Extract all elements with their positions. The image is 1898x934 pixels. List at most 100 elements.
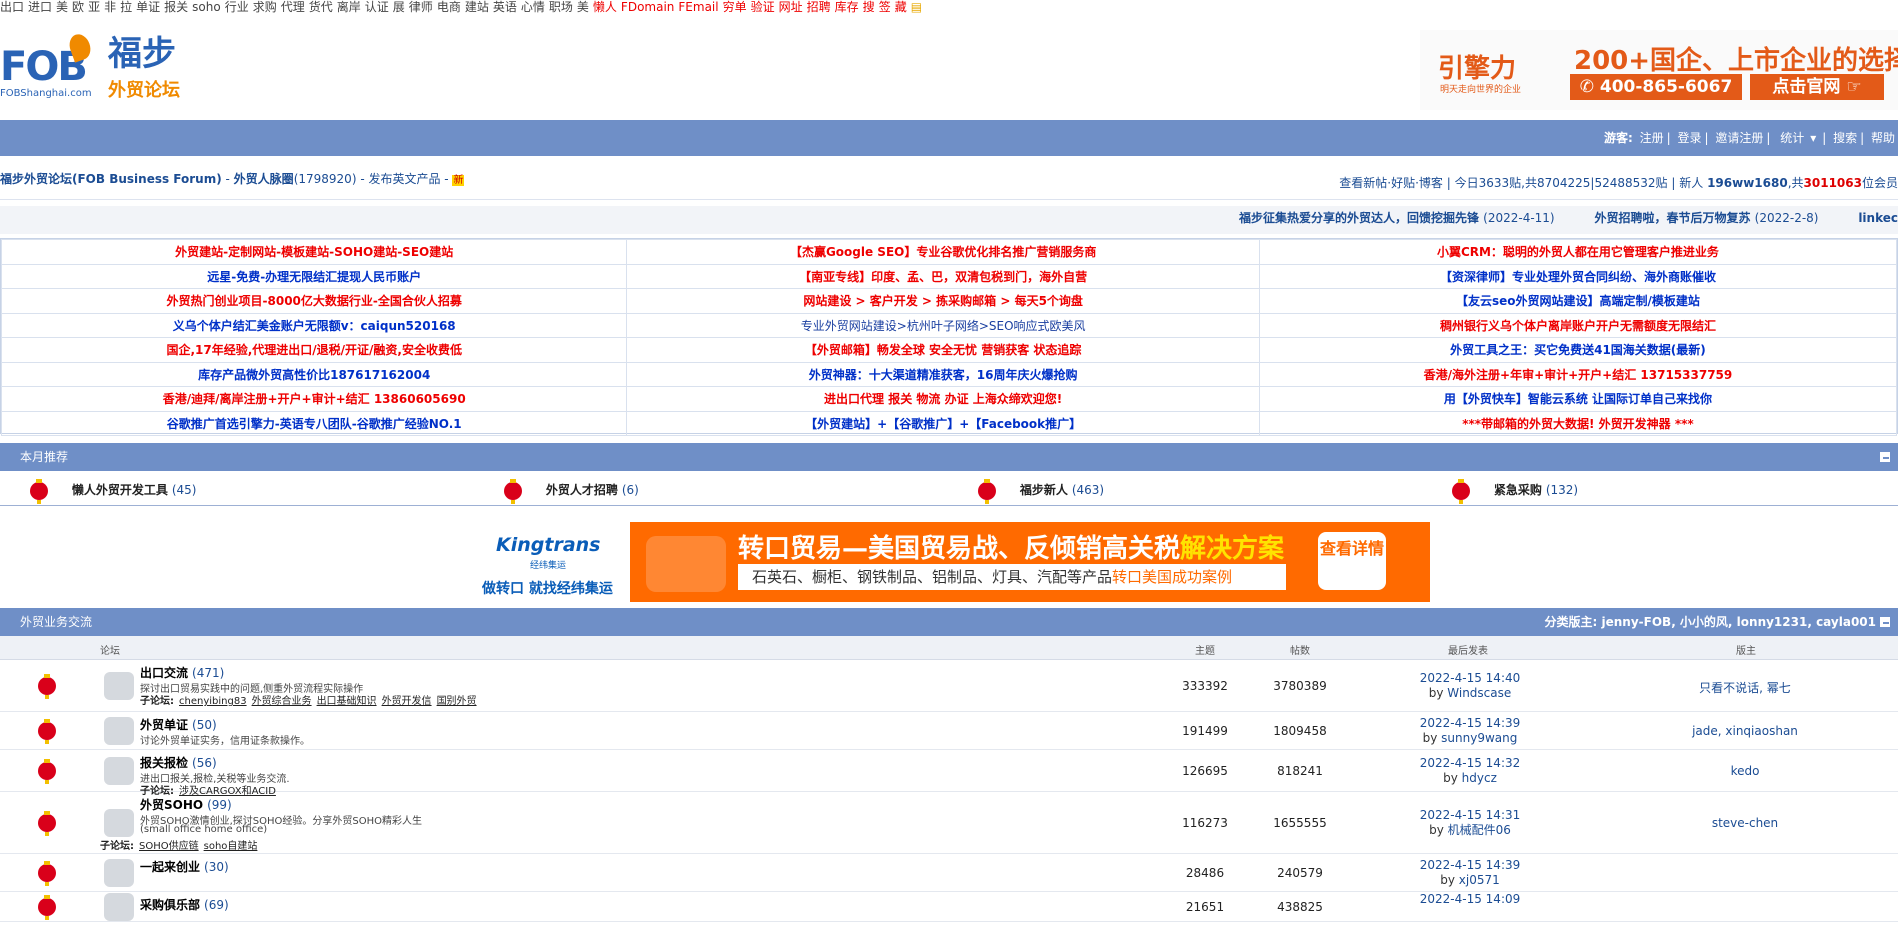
top-link[interactable]: 行业 (225, 0, 249, 14)
top-link[interactable]: 网址 (779, 0, 803, 14)
kingtrans-banner[interactable]: Kingtrans 经纬集运 做转口 就找经纬集运 转口贸易—美国贸易战、反倾销… (470, 522, 1430, 602)
view-new-posts-link[interactable]: 查看新帖·好贴·博客 (1339, 176, 1443, 190)
ad-link[interactable]: 远星-免费-办理无限结汇提现人民币账户 (0, 263, 628, 289)
last-post[interactable]: 2022-4-15 14:31 by 机械配件06 (1390, 808, 1550, 838)
ad-link[interactable]: 香港/迪拜/离岸注册+开户+审计+结汇 13860605690 (0, 386, 628, 412)
ad-link[interactable]: 【资深律师】专业处理外贸合同纠纷、海外商账催收 (1258, 263, 1898, 289)
recommend-item[interactable]: 外贸人才招聘 (6) (504, 478, 639, 504)
forum-name-link[interactable]: 出口交流 (471) (140, 664, 224, 681)
announcement-item[interactable]: 福步征集热爱分享的外贸达人，回馈挖掘先锋 (2022-4-11) (1221, 211, 1555, 225)
top-link[interactable]: 招聘 (807, 0, 831, 14)
last-post[interactable]: 2022-4-15 14:39 by xj0571 (1390, 858, 1550, 888)
forum-moderators[interactable]: kedo (1640, 764, 1850, 778)
nav-help[interactable]: 帮助 (1871, 131, 1895, 145)
nav-login[interactable]: 登录 (1677, 131, 1701, 145)
last-post-user[interactable]: hdycz (1462, 771, 1497, 785)
subforum-link[interactable]: 出口基础知识 (317, 696, 377, 707)
collapse-icon[interactable] (1880, 617, 1890, 627)
ad-link[interactable]: 【南亚专线】印度、孟、巴，双清包税到门，海外自营 (626, 263, 1260, 289)
publish-product-link[interactable]: 发布英文产品 (368, 172, 440, 186)
top-link[interactable]: 美 (577, 0, 589, 14)
subforum-link[interactable]: 外贸综合业务 (252, 696, 312, 707)
subforum-link[interactable]: chenyibing83 (179, 696, 247, 707)
ad-link[interactable]: 【杰赢Google SEO】专业谷歌优化排名推广营销服务商 (626, 239, 1260, 265)
recommend-item[interactable]: 紧急采购 (132) (1452, 478, 1578, 504)
top-link[interactable]: 欧 (72, 0, 84, 14)
top-link[interactable]: 认证 (365, 0, 389, 14)
top-link[interactable]: 亚 (88, 0, 100, 14)
ad-link[interactable]: 外贸工具之王：买它免费送41国海关数据(最新) (1258, 337, 1898, 363)
ad-link[interactable]: 【友云seo外贸网站建设】高端定制/模板建站 (1258, 288, 1898, 314)
last-post-user[interactable]: xj0571 (1459, 873, 1500, 887)
last-post[interactable]: 2022-4-15 14:09 (1390, 892, 1550, 907)
subforum-link[interactable]: 国别外贸 (437, 696, 477, 707)
ad-link[interactable]: 外贸神器：十大渠道精准获客，16周年庆火爆抢购 (626, 361, 1260, 387)
top-link[interactable]: 职场 (549, 0, 573, 14)
announcement-item[interactable]: 外贸招聘啦，春节后万物复苏 (2022-2-8) (1576, 211, 1818, 225)
ad-link[interactable]: 用【外贸快车】智能云系统 让国际订单自己来找你 (1258, 386, 1898, 412)
nav-stats[interactable]: 统计 ▾ (1777, 131, 1819, 145)
ad-link[interactable]: 国企,17年经验,代理进出口/退税/开证/融资,安全收费低 (0, 337, 628, 363)
top-link[interactable]: 展 (393, 0, 405, 14)
site-logo[interactable]: FOB FOBShanghai.com 福步 外贸论坛 (0, 22, 200, 112)
circle-link[interactable]: 外贸人脉圈 (234, 172, 294, 186)
forum-moderators[interactable]: jade, xinqiaoshan (1640, 724, 1850, 738)
top-link[interactable]: 搜 (863, 0, 875, 14)
forum-moderators[interactable]: steve-chen (1640, 816, 1850, 830)
newbie-user-link[interactable]: 196ww1680 (1707, 176, 1788, 190)
ad-link[interactable]: 香港/海外注册+年审+审计+开户+结汇 13715337759 (1258, 361, 1898, 387)
ad-link[interactable]: 义乌个体户结汇美金账户无限额v：caiqun520168 (0, 312, 628, 338)
ad-link[interactable]: 外贸建站-定制网站-模板建站-SOHO建站-SEO建站 (0, 239, 628, 265)
top-link[interactable]: 库存 (835, 0, 859, 14)
ad-link[interactable]: 小翼CRM：聪明的外贸人都在用它管理客户推进业务 (1258, 239, 1898, 265)
forum-moderators[interactable]: 只看不说话, 幂七 (1640, 679, 1850, 696)
top-link[interactable]: 签 (879, 0, 891, 14)
ad-link[interactable]: 【外贸建站】+【谷歌推广】+【Facebook推广】 (626, 410, 1260, 436)
ad-link[interactable]: 网站建设 > 客户开发 > 拣采购邮箱 > 每天5个询盘 (626, 288, 1260, 314)
forum-name-link[interactable]: 一起来创业 (30) (140, 858, 229, 875)
top-link[interactable]: 进口 (28, 0, 52, 14)
top-link[interactable]: 出口 (0, 0, 24, 14)
section-title[interactable]: 外贸业务交流 (20, 608, 92, 636)
last-post-user[interactable]: 机械配件06 (1448, 823, 1511, 837)
collapse-icon[interactable] (1880, 452, 1890, 462)
top-link[interactable]: 代理 (281, 0, 305, 14)
ad-link[interactable]: 库存产品微外贸高性价比187617162004 (0, 361, 628, 387)
forum-name-link[interactable]: 外贸单证 (50) (140, 716, 217, 733)
ad-link[interactable]: 进出口代理 报关 物流 办证 上海众缔欢迎您! (626, 386, 1260, 412)
forum-title-link[interactable]: 福步外贸论坛(FOB Business Forum) (0, 172, 222, 186)
top-link[interactable]: 离岸 (337, 0, 361, 14)
last-post[interactable]: 2022-4-15 14:40 by Windscase (1390, 671, 1550, 701)
top-link[interactable]: FEmail (678, 0, 718, 14)
ad-link[interactable]: ***带邮箱的外贸大数据! 外贸开发神器 *** (1258, 410, 1898, 436)
bookmark-icon[interactable]: ▤ (911, 0, 922, 14)
banner-details-button[interactable]: 查看详情 (1318, 532, 1386, 590)
nav-search[interactable]: 搜索 (1833, 131, 1857, 145)
recommend-item[interactable]: 懒人外贸开发工具 (45) (30, 478, 196, 504)
last-post-user[interactable]: Windscase (1447, 686, 1511, 700)
top-link[interactable]: 求购 (253, 0, 277, 14)
top-link[interactable]: 心情 (521, 0, 545, 14)
nav-invite-register[interactable]: 邀请注册 (1715, 131, 1763, 145)
subforum-link[interactable]: 外贸开发信 (382, 696, 432, 707)
forum-name-link[interactable]: 外贸SOHO (99) (140, 796, 232, 813)
ad-link[interactable]: 外贸热门创业项目-8000亿大数据行业-全国合伙人招募 (0, 288, 628, 314)
top-link[interactable]: 藏 (895, 0, 907, 14)
forum-name-link[interactable]: 采购俱乐部 (69) (140, 896, 229, 913)
top-link[interactable]: 穷单 (723, 0, 747, 14)
subforum-link[interactable]: soho自建站 (204, 841, 258, 852)
top-link[interactable]: 建站 (465, 0, 489, 14)
ad-link[interactable]: 专业外贸网站建设>杭州叶子网络>SEO响应式欧美风 (626, 312, 1260, 338)
top-link[interactable]: soho (192, 0, 221, 14)
announcement-item[interactable]: linkec (1840, 211, 1898, 225)
ad-link[interactable]: 稠州银行义乌个体户离岸账户开户无需额度无限结汇 (1258, 312, 1898, 338)
last-post[interactable]: 2022-4-15 14:39 by sunny9wang (1390, 716, 1550, 746)
top-link[interactable]: 单证 (136, 0, 160, 14)
top-link[interactable]: 货代 (309, 0, 333, 14)
top-link[interactable]: 英语 (493, 0, 517, 14)
top-link[interactable]: 非 (104, 0, 116, 14)
ad-phone-button[interactable]: ✆ 400-865-6067 (1570, 74, 1742, 100)
top-link[interactable]: 律师 (409, 0, 433, 14)
top-link[interactable]: 报关 (164, 0, 188, 14)
ad-site-button[interactable]: 点击官网 ☞ (1750, 74, 1884, 100)
